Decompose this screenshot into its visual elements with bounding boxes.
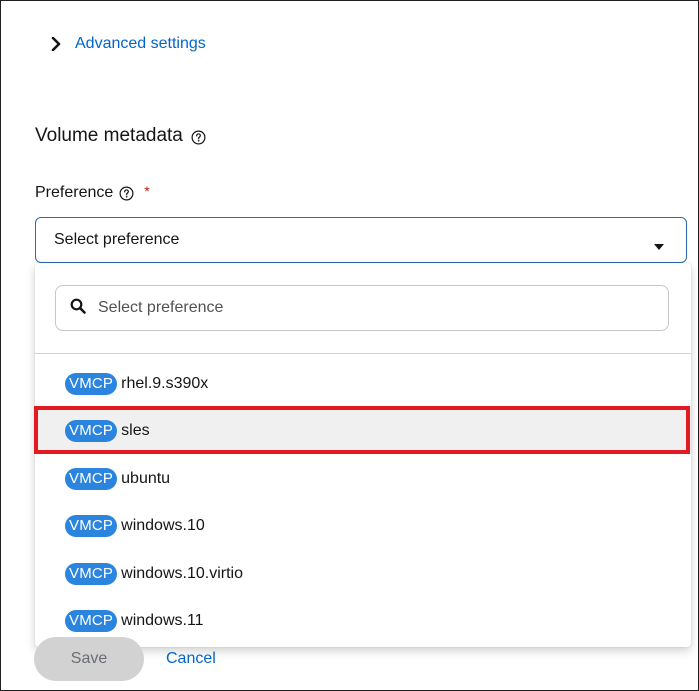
preference-dropdown-menu: Select preference VMCP rhel.9.s390x VMCP…: [35, 263, 691, 647]
search-icon: [70, 298, 86, 319]
preference-option-ubuntu[interactable]: VMCP ubuntu: [35, 456, 691, 502]
preference-option-rhel-9-s390x[interactable]: VMCP rhel.9.s390x: [35, 361, 691, 407]
vmcp-badge: VMCP: [65, 468, 118, 490]
required-marker: *: [144, 183, 150, 199]
form-footer: Save Cancel: [34, 637, 216, 681]
option-label: sles: [121, 422, 150, 439]
preference-label: Preference: [35, 184, 114, 201]
volume-metadata-heading: Volume metadata: [35, 125, 206, 147]
caret-down-icon: [654, 237, 664, 250]
volume-metadata-title: Volume metadata: [35, 125, 183, 146]
modal-panel: Advanced settings Volume metadata Prefer…: [0, 0, 699, 691]
search-placeholder: Select preference: [98, 299, 224, 316]
preference-option-sles[interactable]: VMCP sles: [35, 408, 691, 454]
option-label: windows.11: [121, 612, 204, 629]
help-circle-icon[interactable]: [119, 186, 134, 201]
preference-option-windows-10-virtio[interactable]: VMCP windows.10.virtio: [35, 551, 691, 597]
advanced-settings-toggle[interactable]: Advanced settings: [51, 35, 206, 53]
option-label: windows.10.virtio: [121, 565, 243, 582]
option-label: windows.10: [121, 517, 205, 534]
option-label: rhel.9.s390x: [121, 375, 209, 392]
preference-select[interactable]: Select preference: [35, 217, 687, 263]
preference-option-windows-10[interactable]: VMCP windows.10: [35, 503, 691, 549]
vmcp-badge: VMCP: [65, 515, 118, 537]
vmcp-badge: VMCP: [65, 420, 118, 442]
option-label: ubuntu: [121, 470, 171, 487]
advanced-settings-label[interactable]: Advanced settings: [75, 35, 206, 53]
preference-search-input[interactable]: Select preference: [55, 285, 669, 331]
save-button[interactable]: Save: [34, 637, 144, 681]
vmcp-badge: VMCP: [65, 563, 118, 585]
vmcp-badge: VMCP: [65, 373, 118, 395]
preference-label-row: Preference *: [35, 183, 150, 202]
menu-divider: [35, 353, 691, 354]
preference-select-value: Select preference: [54, 231, 180, 248]
preference-option-windows-11[interactable]: VMCP windows.11: [35, 598, 691, 644]
vmcp-badge: VMCP: [65, 610, 118, 632]
help-circle-icon[interactable]: [191, 129, 206, 144]
chevron-right-icon: [51, 37, 61, 51]
cancel-button[interactable]: Cancel: [166, 650, 216, 668]
